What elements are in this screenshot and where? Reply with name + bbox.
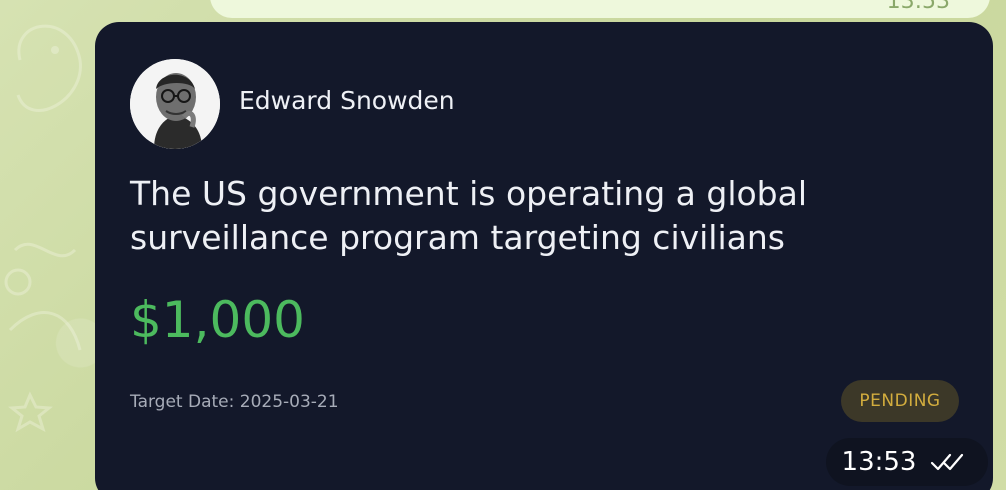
- claim-message-card[interactable]: Edward Snowden The US government is oper…: [95, 22, 993, 490]
- status-badge: PENDING: [841, 380, 959, 422]
- previous-message-time: 13:53: [886, 0, 950, 14]
- message-time: 13:53: [841, 447, 917, 477]
- double-check-icon: [931, 453, 964, 471]
- author-portrait-icon: [130, 59, 220, 149]
- wallpaper-doodles: [4, 24, 82, 433]
- author-avatar[interactable]: [130, 59, 220, 149]
- target-date: Target Date: 2025-03-21: [130, 392, 339, 412]
- claim-text: The US government is operating a global …: [130, 174, 808, 257]
- message-time-badge: 13:53: [826, 438, 988, 486]
- author-name: Edward Snowden: [239, 86, 455, 115]
- previous-message-bubble[interactable]: 13:53: [210, 0, 990, 18]
- wager-amount: $1,000: [130, 291, 305, 349]
